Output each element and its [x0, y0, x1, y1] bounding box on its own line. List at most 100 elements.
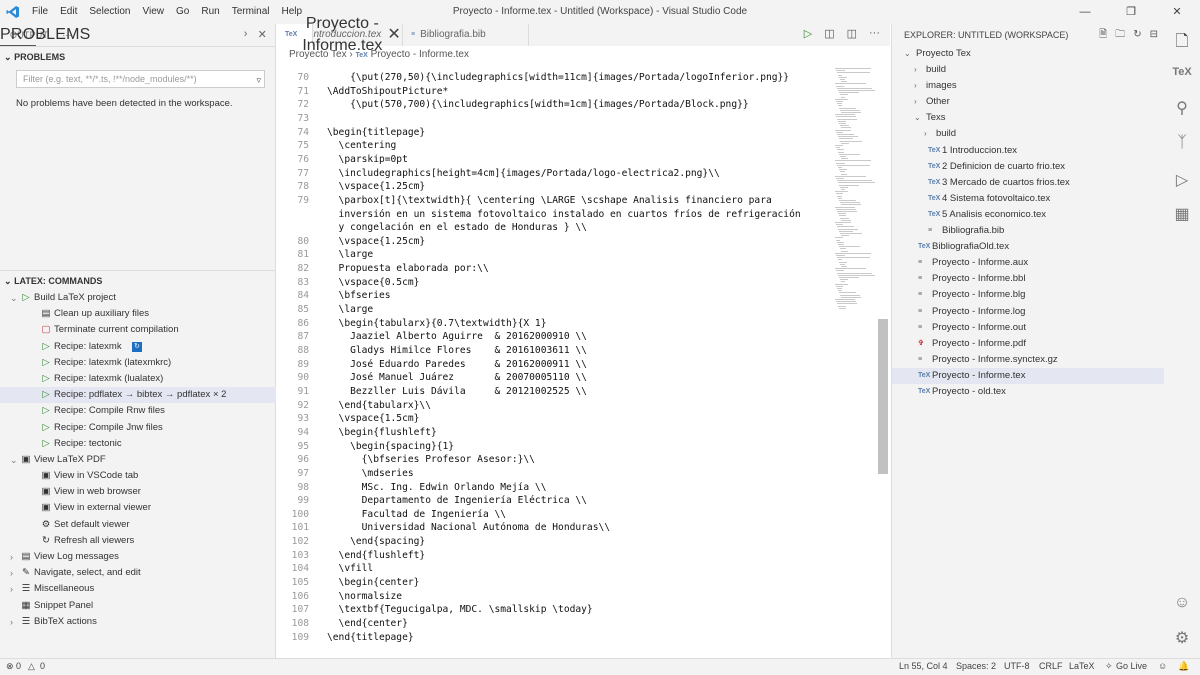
problems-filter-input[interactable]: Filter (e.g. text, **/*.ts, !**/node_mod…: [16, 70, 265, 88]
code-line[interactable]: MSc. Ing. Edwin Orlando Mejía \\: [327, 482, 547, 493]
code-line[interactable]: \normalsize: [327, 591, 403, 602]
error-count[interactable]: 0: [16, 661, 21, 671]
latex-command-item[interactable]: ▷ Recipe: latexmk ↻: [0, 339, 276, 355]
golive-icon[interactable]: ✧: [1105, 661, 1113, 672]
tex-icon[interactable]: TeX: [1164, 66, 1200, 78]
encoding[interactable]: UTF-8: [1004, 661, 1030, 671]
explorer-item[interactable]: ≡ Proyecto - Informe.log: [892, 304, 1164, 320]
code-line[interactable]: \end{flushleft}: [327, 550, 426, 561]
account-icon[interactable]: ☺: [1164, 594, 1200, 612]
indentation[interactable]: Spaces: 2: [956, 661, 996, 671]
extensions-icon[interactable]: ▦: [1164, 204, 1200, 224]
close-tab-icon[interactable]: ✕: [387, 24, 400, 46]
code-line[interactable]: \large: [327, 304, 374, 315]
errors-icon[interactable]: ⊗: [6, 661, 14, 672]
code-line[interactable]: \AddToShipoutPicture*: [327, 86, 448, 97]
explorer-item[interactable]: › build: [892, 126, 1164, 142]
collapse-icon[interactable]: ⊟: [1150, 24, 1158, 46]
latex-commands-header[interactable]: ⌄ LATEX: COMMANDS: [0, 270, 276, 290]
explorer-item[interactable]: › build: [892, 62, 1164, 78]
menu-item-edit[interactable]: Edit: [54, 0, 83, 24]
latex-command-item[interactable]: › ☰ BibTeX actions: [0, 614, 276, 630]
code-line[interactable]: \mdseries: [327, 468, 414, 479]
code-line[interactable]: \begin{flushleft}: [327, 427, 437, 438]
warning-count[interactable]: 0: [40, 661, 45, 671]
go-live-button[interactable]: Go Live: [1116, 661, 1147, 671]
breadcrumb-file[interactable]: Proyecto - Informe.tex: [371, 49, 469, 60]
code-line[interactable]: \centering: [327, 140, 397, 151]
code-line[interactable]: \includegraphics[height=4cm]{images/Port…: [327, 168, 720, 179]
code-line[interactable]: y congelación en el estado de Honduras }…: [327, 222, 587, 233]
explorer-item[interactable]: ⌄ Texs: [892, 110, 1164, 126]
code-line[interactable]: \vspace{0.5cm}: [327, 277, 420, 288]
run-icon[interactable]: ▷: [804, 27, 812, 40]
minimize-icon[interactable]: —: [1062, 0, 1108, 24]
gear-icon[interactable]: ⚙: [1164, 628, 1200, 648]
code-line[interactable]: Departamento de Ingeniería Eléctrica \\: [327, 495, 587, 506]
chevron-right-icon[interactable]: ›: [244, 28, 248, 41]
code-line[interactable]: \begin{center}: [327, 577, 420, 588]
menu-item-run[interactable]: Run: [195, 0, 225, 24]
code-line[interactable]: \vfill: [327, 563, 374, 574]
explorer-item[interactable]: ≡ Proyecto - Informe.blg: [892, 287, 1164, 303]
new-folder-icon[interactable]: 🗀: [1115, 24, 1125, 46]
code-line[interactable]: \vspace{1.25cm}: [327, 181, 426, 192]
explorer-item[interactable]: ≡ Proyecto - Informe.aux: [892, 255, 1164, 271]
more-actions-icon[interactable]: ···: [869, 27, 880, 40]
code-line[interactable]: \begin{titlepage}: [327, 127, 425, 138]
explorer-item[interactable]: ✞ Proyecto - Informe.pdf: [892, 336, 1164, 352]
menu-item-view[interactable]: View: [137, 0, 171, 24]
problems-section-header[interactable]: ⌄ PROBLEMS: [0, 46, 275, 66]
code-line[interactable]: inversión en un sistema fotovoltaico ins…: [327, 209, 801, 220]
code-line[interactable]: \vspace{1.5cm}: [327, 413, 420, 424]
latex-command-item[interactable]: › ✎ Navigate, select, and edit: [0, 565, 276, 581]
latex-command-item[interactable]: ⌄ ▣ View LaTeX PDF: [0, 452, 276, 468]
latex-command-item[interactable]: ▣ View in VSCode tab: [0, 468, 276, 484]
code-line[interactable]: \large: [327, 249, 374, 260]
explorer-item[interactable]: TeX 5 Analisis economico.tex: [892, 207, 1164, 223]
warning-icon[interactable]: △: [28, 661, 35, 672]
menu-item-file[interactable]: File: [26, 0, 54, 24]
code-line[interactable]: \end{titlepage}: [327, 632, 414, 643]
code-line[interactable]: Universidad Nacional Autónoma de Hondura…: [327, 522, 610, 533]
code-line[interactable]: {\put(270,50){\includegraphics[width=11c…: [327, 72, 789, 83]
latex-command-item[interactable]: ▷ Recipe: latexmk (latexmkrc): [0, 355, 276, 371]
new-file-icon[interactable]: 🗎: [1099, 24, 1107, 46]
code-line[interactable]: José Manuel Juárez & 20070005110 \\: [327, 372, 587, 383]
code-line[interactable]: Jaaziel Alberto Aguirre & 20162000910 \\: [327, 331, 587, 342]
code-line[interactable]: \end{tabularx}\\: [327, 400, 431, 411]
code-line[interactable]: \vspace{1.25cm}: [327, 236, 426, 247]
end-of-line[interactable]: CRLF: [1039, 661, 1063, 671]
code-line[interactable]: {\put(570,700){\includegraphics[width=1c…: [327, 99, 749, 110]
code-line[interactable]: Facultad de Ingeniería \\: [327, 509, 506, 520]
code-line[interactable]: \textbf{Tegucigalpa, MDC. \smallskip \to…: [327, 604, 593, 615]
explorer-item[interactable]: ≡ Proyecto - Informe.bbl: [892, 271, 1164, 287]
code-line[interactable]: Propuesta elaborada por:\\: [327, 263, 489, 274]
latex-command-item[interactable]: ▣ View in web browser: [0, 484, 276, 500]
explorer-item[interactable]: TeX Proyecto - Informe.tex: [892, 367, 1164, 384]
latex-command-item[interactable]: ▷ Recipe: latexmk (lualatex): [0, 371, 276, 387]
explorer-item[interactable]: › Other: [892, 94, 1164, 110]
code-line[interactable]: \parskip=0pt: [327, 154, 408, 165]
latex-command-item[interactable]: ▷ Recipe: Compile Jnw files: [0, 420, 276, 436]
code-line[interactable]: \begin{spacing}{1}: [327, 441, 454, 452]
source-control-icon[interactable]: ᛉ: [1164, 134, 1200, 152]
code-line[interactable]: José Eduardo Paredes & 20162000911 \\: [327, 359, 587, 370]
filter-icon[interactable]: ▿: [256, 72, 261, 88]
editor-tab[interactable]: TeX Proyecto - Informe.tex ✕: [277, 15, 401, 54]
run-debug-icon[interactable]: ▷: [1164, 170, 1200, 190]
explorer-item[interactable]: TeX 4 Sistema fotovoltaico.tex: [892, 191, 1164, 207]
explorer-item[interactable]: TeX 2 Definicion de cuarto frio.tex: [892, 159, 1164, 175]
language-mode[interactable]: LaTeX: [1069, 661, 1095, 671]
split-editor-icon[interactable]: ◫: [847, 27, 857, 40]
close-panel-icon[interactable]: ✕: [258, 28, 267, 41]
explorer-item[interactable]: TeX Proyecto - old.tex: [892, 384, 1164, 400]
code-line[interactable]: \end{spacing}: [327, 536, 425, 547]
preview-icon[interactable]: ◫: [824, 27, 834, 40]
latex-command-item[interactable]: › ☰ Miscellaneous: [0, 581, 276, 597]
feedback-icon[interactable]: ☺: [1158, 661, 1167, 671]
latex-command-item[interactable]: ▣ View in external viewer: [0, 500, 276, 516]
latex-command-item[interactable]: ⚙ Set default viewer: [0, 517, 276, 533]
restore-icon[interactable]: ❐: [1108, 0, 1154, 24]
menu-item-go[interactable]: Go: [170, 0, 195, 24]
